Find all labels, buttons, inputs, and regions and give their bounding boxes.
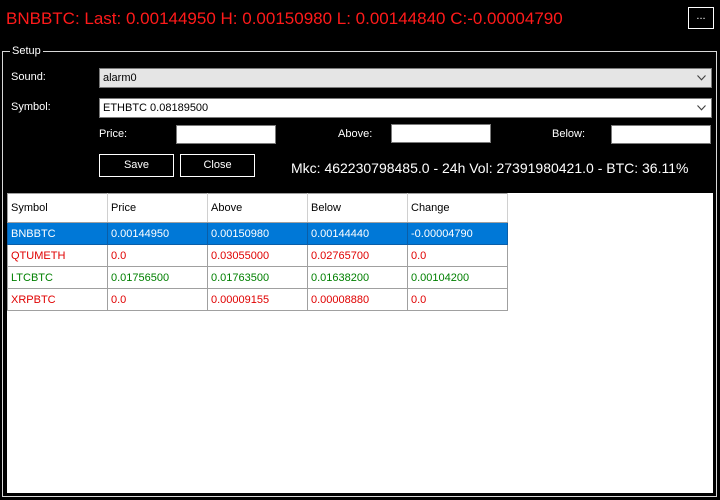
table-row[interactable]: BNBBTC 0.00144950 0.00150980 0.00144440 …: [7, 222, 508, 245]
column-header-below[interactable]: Below: [307, 193, 408, 223]
chevron-down-icon: [697, 99, 706, 117]
price-label: Price:: [99, 128, 128, 140]
cell-price[interactable]: 0.01756500: [107, 266, 208, 289]
cell-symbol[interactable]: BNBBTC: [7, 222, 108, 245]
cell-below[interactable]: 0.01638200: [307, 266, 408, 289]
cell-price[interactable]: 0.0: [107, 244, 208, 267]
alert-window: BNBBTC: Last: 0.00144950 H: 0.00150980 L…: [0, 0, 720, 500]
above-input[interactable]: [391, 124, 491, 143]
cell-above[interactable]: 0.00150980: [207, 222, 308, 245]
close-button[interactable]: Close: [180, 154, 255, 177]
setup-legend: Setup: [10, 44, 43, 58]
chevron-down-icon: [697, 69, 706, 87]
symbols-table: Symbol Price Above Below Change BNBBTC 0…: [7, 193, 508, 311]
cell-change[interactable]: 0.0: [407, 244, 508, 267]
cell-below[interactable]: 0.00144440: [307, 222, 408, 245]
ticker-summary: BNBBTC: Last: 0.00144950 H: 0.00150980 L…: [6, 9, 563, 28]
below-input[interactable]: [611, 125, 711, 144]
column-header-price[interactable]: Price: [107, 193, 208, 223]
cell-change[interactable]: 0.00104200: [407, 266, 508, 289]
symbol-select-value: ETHBTC 0.08189500: [103, 102, 209, 114]
save-button[interactable]: Save: [99, 154, 174, 177]
symbols-grid[interactable]: Symbol Price Above Below Change BNBBTC 0…: [7, 193, 713, 493]
column-header-above[interactable]: Above: [207, 193, 308, 223]
cell-change[interactable]: -0.00004790: [407, 222, 508, 245]
cell-symbol[interactable]: XRPBTC: [7, 288, 108, 311]
symbol-select[interactable]: ETHBTC 0.08189500: [99, 98, 712, 118]
cell-price[interactable]: 0.00144950: [107, 222, 208, 245]
cell-above[interactable]: 0.03055000: [207, 244, 308, 267]
cell-above[interactable]: 0.01763500: [207, 266, 308, 289]
cell-change[interactable]: 0.0: [407, 288, 508, 311]
cell-price[interactable]: 0.0: [107, 288, 208, 311]
below-label: Below:: [552, 128, 586, 140]
cell-below[interactable]: 0.02765700: [307, 244, 408, 267]
sound-select-value: alarm0: [103, 72, 137, 84]
table-row[interactable]: LTCBTC 0.01756500 0.01763500 0.01638200 …: [7, 266, 508, 289]
cell-symbol[interactable]: QTUMETH: [7, 244, 108, 267]
cell-below[interactable]: 0.00008880: [307, 288, 408, 311]
column-header-change[interactable]: Change: [407, 193, 508, 223]
grid-header-row: Symbol Price Above Below Change: [7, 193, 508, 223]
cell-above[interactable]: 0.00009155: [207, 288, 308, 311]
price-input[interactable]: [176, 125, 276, 144]
market-stats: Mkc: 462230798485.0 - 24h Vol: 273919804…: [291, 160, 689, 176]
symbol-label: Symbol:: [11, 101, 51, 113]
column-header-symbol[interactable]: Symbol: [7, 193, 108, 223]
sound-label: Sound:: [11, 71, 46, 83]
more-options-button[interactable]: ...: [688, 7, 714, 29]
above-label: Above:: [338, 128, 373, 140]
table-row[interactable]: QTUMETH 0.0 0.03055000 0.02765700 0.0: [7, 244, 508, 267]
cell-symbol[interactable]: LTCBTC: [7, 266, 108, 289]
sound-select[interactable]: alarm0: [99, 68, 712, 88]
table-row[interactable]: XRPBTC 0.0 0.00009155 0.00008880 0.0: [7, 288, 508, 311]
